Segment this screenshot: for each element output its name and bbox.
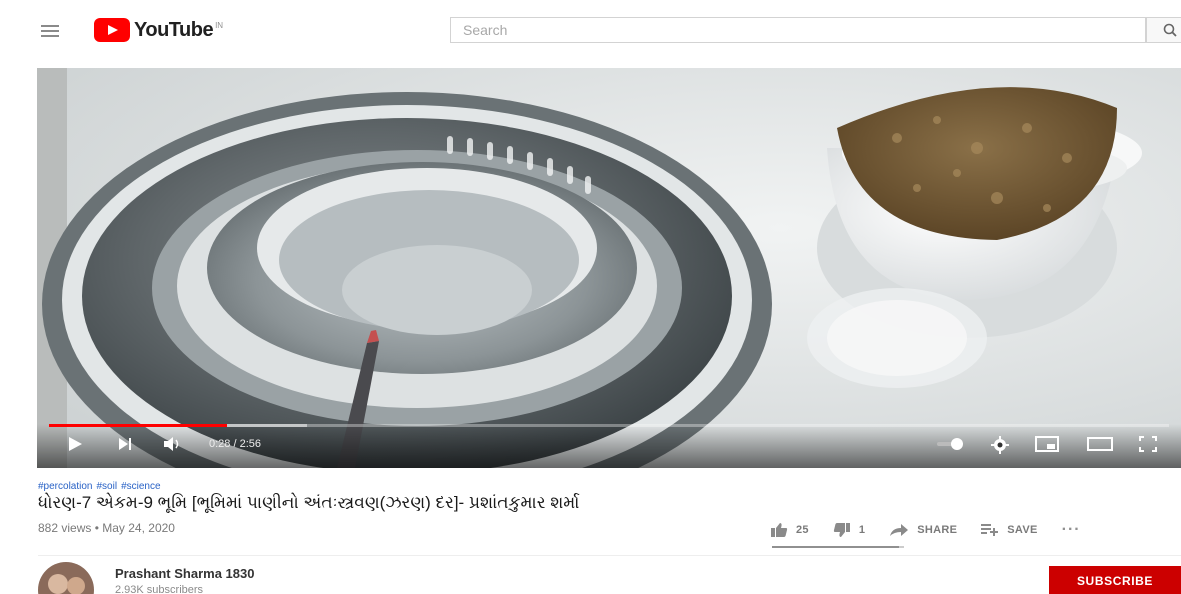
hashtag-link[interactable]: #science xyxy=(121,481,160,492)
settings-gear-icon[interactable] xyxy=(991,436,1009,454)
theater-mode-icon[interactable] xyxy=(1087,436,1113,452)
divider xyxy=(38,555,1181,556)
progress-bar[interactable] xyxy=(49,424,1169,427)
time-separator: / xyxy=(230,438,240,450)
autoplay-toggle-icon[interactable] xyxy=(935,436,967,452)
like-ratio-fill xyxy=(772,546,899,548)
volume-icon[interactable] xyxy=(163,436,183,452)
thumbs-up-icon xyxy=(771,523,788,537)
logo-text: YouTube xyxy=(134,18,214,41)
subscribe-button[interactable]: SUBSCRIBE xyxy=(1049,566,1181,594)
avatar-image xyxy=(38,562,94,594)
meta-separator: • xyxy=(91,521,103,535)
like-count: 25 xyxy=(796,524,809,536)
like-button[interactable]: 25 xyxy=(770,522,809,538)
hashtag-list: #percolation #soil #science xyxy=(38,481,165,492)
video-player[interactable]: 0:28 / 2:56 xyxy=(37,68,1181,468)
more-icon: ··· xyxy=(1061,521,1081,538)
dislike-count: 1 xyxy=(858,524,866,536)
search-icon xyxy=(1163,23,1177,37)
thumbs-down-icon xyxy=(833,523,850,537)
youtube-play-logo-icon xyxy=(94,18,130,42)
video-actions: 25 1 SHARE SAVE ··· xyxy=(770,519,1081,541)
channel-name[interactable]: Prashant Sharma 1830 xyxy=(115,566,254,581)
like-dislike-ratio-bar xyxy=(772,546,904,548)
video-frame-image xyxy=(37,68,1181,468)
hashtag-link[interactable]: #soil xyxy=(96,481,117,492)
search-button[interactable] xyxy=(1146,17,1181,43)
current-time: 0:28 xyxy=(209,438,231,450)
hamburger-menu-icon[interactable] xyxy=(38,22,64,40)
miniplayer-icon[interactable] xyxy=(1035,436,1059,452)
more-actions-button[interactable]: ··· xyxy=(1062,521,1081,539)
upload-date: May 24, 2020 xyxy=(102,521,175,535)
dislike-button[interactable]: 1 xyxy=(833,522,865,538)
total-time: 2:56 xyxy=(239,438,262,450)
hashtag-link[interactable]: #percolation xyxy=(38,481,92,492)
subscriber-count: 2.93K subscribers xyxy=(115,584,204,594)
share-label: SHARE xyxy=(917,524,958,536)
player-controls: 0:28 / 2:56 xyxy=(37,424,1181,468)
playlist-add-icon xyxy=(981,524,999,536)
video-title: ધોરણ-7 એકમ-9 ભૂમિ [ભૂમિમાં પાણીનો અંતઃસ્… xyxy=(38,493,580,512)
channel-avatar[interactable] xyxy=(38,562,94,594)
video-meta: 882 views • May 24, 2020 xyxy=(38,521,175,535)
save-label: SAVE xyxy=(1007,524,1038,536)
search-input[interactable]: Search xyxy=(450,17,1146,43)
play-icon[interactable] xyxy=(67,436,83,452)
share-button[interactable]: SHARE xyxy=(889,523,957,537)
progress-fill xyxy=(49,424,228,427)
time-display: 0:28 / 2:56 xyxy=(209,438,261,450)
fullscreen-icon[interactable] xyxy=(1139,436,1157,452)
next-icon[interactable] xyxy=(117,436,133,452)
logo-country-code: IN xyxy=(215,20,224,30)
masthead: YouTube IN Search xyxy=(0,0,1181,60)
youtube-logo[interactable]: YouTube IN xyxy=(94,17,223,43)
share-arrow-icon xyxy=(890,524,909,536)
save-button[interactable]: SAVE xyxy=(981,523,1037,537)
view-count: 882 views xyxy=(38,521,92,535)
